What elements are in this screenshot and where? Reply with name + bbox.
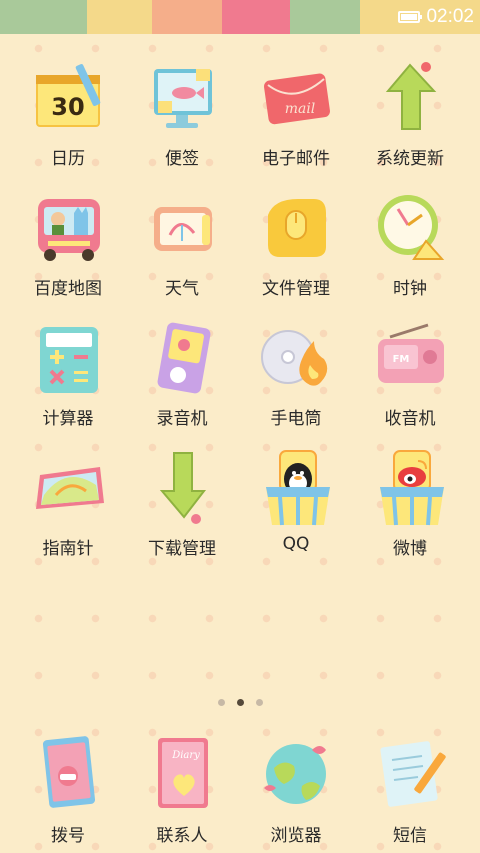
app-mail[interactable]: mail 电子邮件	[236, 45, 356, 173]
page-dot[interactable]	[217, 699, 225, 706]
app-label: 下载管理	[148, 539, 216, 559]
app-label: 手电筒	[270, 409, 322, 429]
bus-map-icon	[26, 185, 110, 269]
mail-icon: mail	[254, 55, 338, 139]
radio-icon: FM	[368, 315, 452, 399]
contacts-book-icon: Diary	[140, 730, 224, 814]
app-files[interactable]: 文件管理	[236, 175, 356, 303]
qq-penguin-icon	[254, 445, 338, 529]
app-label: 时钟	[393, 279, 427, 299]
dock-app-browser[interactable]: 浏览器	[236, 720, 356, 848]
dock-app-messages[interactable]: 短信	[350, 720, 470, 848]
status-stripe	[290, 0, 360, 34]
calendar-day-text: 30	[51, 93, 84, 121]
radio-fm-text: FM	[393, 354, 410, 365]
dock-app-contacts[interactable]: Diary 联系人	[122, 720, 242, 848]
update-arrow-icon	[368, 55, 452, 139]
calendar-icon: 30	[26, 55, 110, 139]
app-label: 浏览器	[270, 826, 322, 846]
weibo-icon	[368, 445, 452, 529]
status-stripe	[0, 0, 14, 34]
app-flashlight[interactable]: 手电筒	[236, 305, 356, 433]
page-dot-active[interactable]	[236, 699, 244, 706]
message-icon	[368, 730, 452, 814]
status-stripe	[87, 0, 152, 34]
app-label: 便签	[165, 149, 199, 169]
app-label: 日历	[51, 149, 85, 169]
flashlight-icon	[254, 315, 338, 399]
app-label: 系统更新	[376, 149, 444, 169]
app-label: 百度地图	[34, 279, 102, 299]
status-stripe	[14, 0, 87, 34]
app-label: 计算器	[42, 409, 94, 429]
app-label: 联系人	[156, 826, 208, 846]
compass-icon	[26, 445, 110, 529]
app-recorder[interactable]: 录音机	[122, 305, 242, 433]
app-compass[interactable]: 指南针	[8, 435, 128, 563]
globe-icon	[254, 730, 338, 814]
status-clock: 02:02	[426, 6, 474, 27]
app-label: 天气	[165, 279, 199, 299]
app-label: 电子邮件	[262, 149, 330, 169]
page-dot[interactable]	[255, 699, 263, 706]
app-calculator[interactable]: 计算器	[8, 305, 128, 433]
app-radio[interactable]: FM 收音机	[350, 305, 470, 433]
app-label: 指南针	[42, 539, 94, 559]
dock: 拨号 Diary 联系人 浏览器 短信	[0, 720, 480, 853]
app-label: 录音机	[156, 409, 208, 429]
phone-icon	[26, 730, 110, 814]
app-weibo[interactable]: 微博	[350, 435, 470, 563]
status-stripe	[222, 0, 290, 34]
app-notes[interactable]: 便签	[122, 45, 242, 173]
app-label: 文件管理	[262, 279, 330, 299]
status-indicators: 02:02	[398, 0, 474, 34]
app-baidu-map[interactable]: 百度地图	[8, 175, 128, 303]
battery-icon	[398, 11, 423, 23]
app-qq[interactable]: QQ	[236, 435, 356, 563]
folder-icon	[254, 185, 338, 269]
app-label: 微博	[393, 539, 427, 559]
calculator-icon	[26, 315, 110, 399]
app-label: 收音机	[384, 409, 436, 429]
mail-word-text: mail	[285, 101, 316, 117]
app-label: 短信	[393, 826, 427, 846]
app-clock[interactable]: 时钟	[350, 175, 470, 303]
notes-icon	[140, 55, 224, 139]
download-icon	[140, 445, 224, 529]
diary-word-text: Diary	[171, 750, 200, 761]
page-indicator	[0, 699, 480, 706]
app-label: 拨号	[51, 826, 85, 846]
status-stripe	[152, 0, 222, 34]
app-calendar[interactable]: 30 日历	[8, 45, 128, 173]
app-label: QQ	[282, 534, 310, 554]
dock-app-phone[interactable]: 拨号	[8, 720, 128, 848]
recorder-icon	[140, 315, 224, 399]
clock-icon	[368, 185, 452, 269]
weather-icon	[140, 185, 224, 269]
app-update[interactable]: 系统更新	[350, 45, 470, 173]
app-weather[interactable]: 天气	[122, 175, 242, 303]
app-download[interactable]: 下载管理	[122, 435, 242, 563]
